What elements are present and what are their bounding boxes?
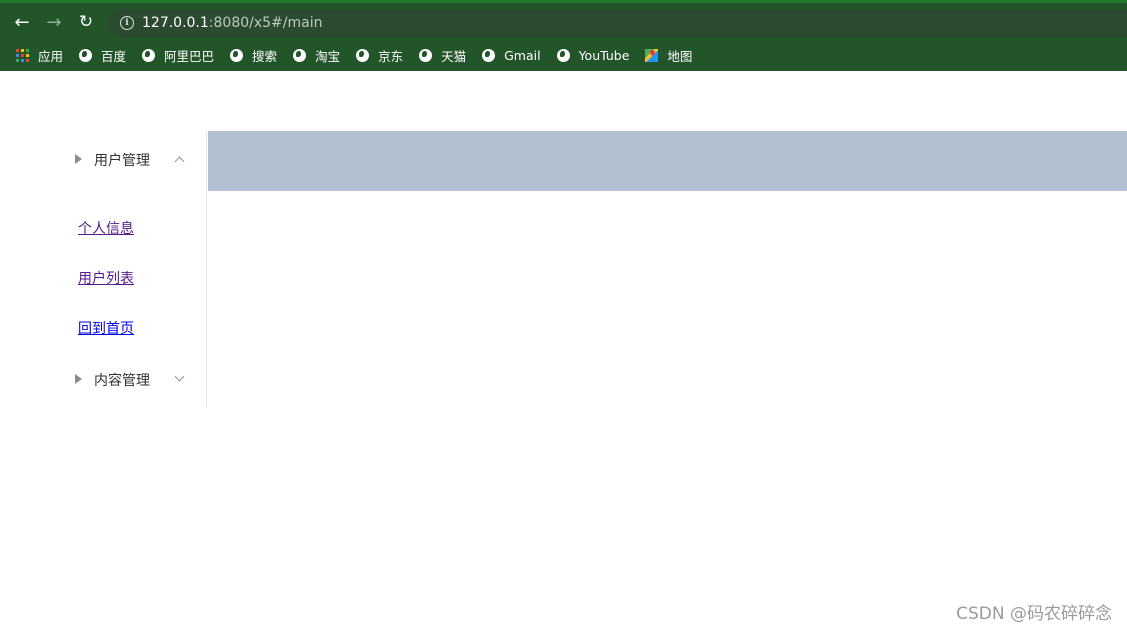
submenu-content-management[interactable]: 内容管理 (0, 351, 207, 407)
bookmark-label: 淘宝 (315, 49, 341, 64)
bookmark-label: YouTube (578, 48, 630, 63)
back-arrow-icon[interactable]: ← (11, 11, 33, 33)
reload-icon[interactable]: ↻ (75, 11, 97, 33)
globe-icon (356, 49, 370, 62)
bookmark-baidu[interactable]: 百度 (79, 46, 126, 65)
sidebar-menu: 用户管理 个人信息 用户列表 回到首页 内容管理 (0, 131, 207, 407)
globe-icon (419, 49, 433, 62)
bookmark-jd[interactable]: 京东 (356, 46, 403, 65)
link-back-home[interactable]: 回到首页 (78, 318, 134, 338)
chevron-up-icon (174, 156, 185, 167)
apps-grid-icon (16, 49, 29, 62)
bookmark-label: 应用 (38, 49, 64, 64)
bookmark-label: 天猫 (441, 49, 467, 64)
address-bar[interactable]: i 127.0.0.1:8080/x5#/main (108, 9, 1127, 37)
link-user-list[interactable]: 用户列表 (78, 268, 134, 288)
bookmark-taobao[interactable]: 淘宝 (293, 46, 340, 65)
link-profile[interactable]: 个人信息 (78, 218, 134, 238)
globe-icon (79, 49, 93, 62)
globe-icon (142, 49, 156, 62)
bookmark-apps[interactable]: 应用 (16, 46, 63, 65)
browser-chrome: ← → ↻ i 127.0.0.1:8080/x5#/main 应用 百度 阿里… (0, 0, 1127, 71)
bookmark-tmall[interactable]: 天猫 (419, 46, 466, 65)
bookmark-label: Gmail (504, 48, 541, 63)
globe-icon (293, 49, 307, 62)
chevron-down-icon (174, 371, 185, 382)
globe-icon (230, 49, 244, 62)
submenu-title: 内容管理 (94, 373, 150, 389)
bookmark-alibaba[interactable]: 阿里巴巴 (142, 46, 214, 65)
bookmark-label: 地图 (667, 49, 693, 64)
url-host: 127.0.0.1 (142, 15, 209, 31)
url-path: :8080/x5#/main (208, 15, 323, 31)
bookmark-youtube[interactable]: YouTube (556, 48, 630, 63)
maps-icon (645, 49, 659, 62)
watermark: CSDN @码农碎碎念 (956, 604, 1112, 624)
browser-toolbar: ← → ↻ i 127.0.0.1:8080/x5#/main (0, 6, 1127, 40)
forward-arrow-icon[interactable]: → (43, 11, 65, 33)
bookmark-label: 搜索 (252, 49, 278, 64)
submenu-title: 用户管理 (94, 153, 150, 169)
bookmark-label: 阿里巴巴 (164, 49, 215, 64)
globe-icon (482, 49, 496, 62)
bookmark-gmail[interactable]: Gmail (482, 48, 541, 63)
bookmark-label: 百度 (101, 49, 127, 64)
caret-right-icon (75, 374, 82, 384)
site-info-icon[interactable]: i (120, 16, 134, 30)
bookmark-search[interactable]: 搜索 (230, 46, 277, 65)
bookmarks-bar: 应用 百度 阿里巴巴 搜索 淘宝 京东 天猫 Gmail YouTube 地图 (0, 40, 1127, 71)
bookmark-label: 京东 (378, 49, 404, 64)
submenu-user-management[interactable]: 用户管理 (0, 131, 207, 187)
caret-right-icon (75, 154, 82, 164)
bookmark-maps[interactable]: 地图 (645, 46, 692, 65)
main-header-bar (208, 131, 1127, 191)
globe-icon (556, 49, 570, 62)
